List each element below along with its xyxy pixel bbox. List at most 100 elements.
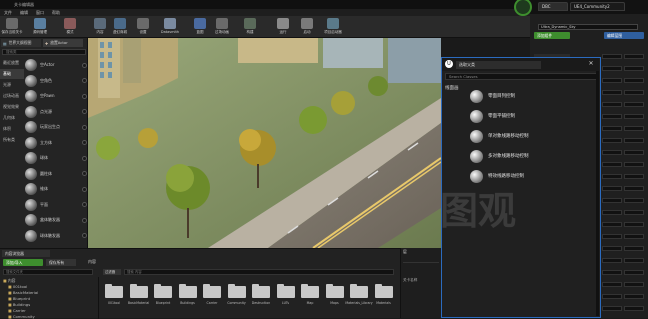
property-value-field[interactable] (624, 54, 644, 59)
content-folder[interactable]: Materials (374, 284, 394, 310)
category-7[interactable]: 所有类 (0, 135, 24, 145)
property-value-field[interactable] (624, 174, 644, 179)
folder-search-input[interactable]: 搜索文件夹 (3, 269, 93, 275)
save-all-button[interactable]: 保存所有 (46, 259, 76, 266)
property-value-field[interactable] (602, 198, 622, 203)
class-list-item[interactable]: 零面平铺控制 (470, 108, 580, 124)
add-import-button[interactable]: 添加/导入 (3, 259, 43, 266)
toolbar-button-0[interactable]: 保存当前关卡 (2, 17, 23, 37)
help-icon[interactable] (82, 155, 87, 161)
category-6[interactable]: 体积 (0, 124, 24, 134)
toolbar-button-1[interactable]: 源码管理 (30, 17, 50, 37)
toolbar-button-3[interactable]: 内容 (90, 17, 110, 37)
place-actor-item[interactable]: 盒体触发器 (25, 213, 87, 227)
property-value-field[interactable] (602, 258, 622, 263)
help-icon[interactable] (82, 78, 87, 83)
property-value-field[interactable] (624, 306, 644, 311)
property-value-field[interactable] (624, 138, 644, 143)
property-value-field[interactable] (624, 246, 644, 251)
folder-tree-item[interactable]: ■ BasicMaterial (8, 290, 38, 295)
tab-world-outliner[interactable]: ▦ 世界大纲视图 (1, 39, 41, 47)
property-value-field[interactable] (602, 114, 622, 119)
layers-tab[interactable]: 层 (403, 249, 407, 255)
property-value-field[interactable] (602, 150, 622, 155)
folder-tree-item[interactable]: ■ Carrier (8, 308, 26, 313)
content-folder[interactable]: Map (300, 284, 320, 310)
property-value-field[interactable] (624, 198, 644, 203)
property-value-field[interactable] (602, 174, 622, 179)
property-value-field[interactable] (602, 102, 622, 107)
toolbar-button-8[interactable]: 过场动画 (212, 17, 232, 37)
content-folder[interactable]: Blueprint (153, 284, 173, 310)
place-actor-item[interactable]: 圆柱体 (25, 167, 87, 181)
place-actor-item[interactable]: 点光源 (25, 105, 87, 119)
toolbar-button-9[interactable]: 构建 (240, 17, 260, 37)
property-value-field[interactable] (624, 126, 644, 131)
content-folder[interactable]: Materials_Library (345, 284, 373, 310)
content-folder[interactable]: LUTs (276, 284, 296, 310)
property-value-field[interactable] (602, 126, 622, 131)
folder-tree-item[interactable]: ■ Blueprint (8, 296, 30, 301)
property-value-field[interactable] (602, 294, 622, 299)
property-value-field[interactable] (624, 150, 644, 155)
help-icon[interactable] (82, 140, 87, 145)
property-value-field[interactable] (602, 210, 622, 215)
property-value-field[interactable] (624, 294, 644, 299)
property-value-field[interactable] (602, 66, 622, 71)
menu-file[interactable]: 文件 (4, 10, 12, 16)
toolbar-button-2[interactable]: 模式 (60, 17, 80, 37)
category-4[interactable]: 视觉效果 (0, 102, 24, 112)
help-icon[interactable] (82, 62, 87, 68)
property-value-field[interactable] (602, 246, 622, 251)
property-value-field[interactable] (624, 258, 644, 263)
toolbar-button-7[interactable]: 蓝图 (190, 17, 210, 37)
folder-tree-item[interactable]: ■ Buildings (8, 302, 30, 307)
property-value-field[interactable] (624, 114, 644, 119)
place-actor-item[interactable]: 锥体 (25, 182, 87, 196)
folder-tree-item[interactable]: ■ 001tool (8, 284, 27, 289)
toolbar-button-6[interactable]: Datasmith (160, 17, 180, 37)
property-value-field[interactable] (624, 282, 644, 287)
place-actor-item[interactable]: 空Pawn (25, 89, 87, 103)
help-icon[interactable] (82, 109, 87, 114)
content-folder[interactable]: Destruction (251, 284, 271, 310)
menu-help[interactable]: 帮助 (52, 10, 60, 16)
toolbar-button-11[interactable]: 启动 (297, 17, 317, 37)
place-actor-item[interactable]: 球体 (25, 151, 87, 165)
class-list-item[interactable]: 零面目列控制 (470, 88, 580, 104)
help-icon[interactable] (82, 93, 87, 99)
close-icon[interactable]: ✕ (586, 60, 596, 68)
level-viewport[interactable] (88, 38, 441, 248)
property-value-field[interactable] (624, 66, 644, 71)
property-value-field[interactable] (602, 162, 622, 167)
category-0[interactable]: 最近放置 (0, 58, 24, 68)
class-category[interactable]: 线面画 (445, 85, 459, 91)
property-value-field[interactable] (624, 234, 644, 239)
property-value-field[interactable] (602, 222, 622, 227)
property-value-field[interactable] (602, 90, 622, 95)
edit-blueprint-button[interactable]: 编辑蓝图 (604, 32, 644, 39)
place-actor-item[interactable]: 空Actor (25, 58, 87, 72)
class-list-item[interactable]: 单对象线路移动控制 (470, 128, 580, 144)
place-actor-item[interactable]: 球体触发器 (25, 229, 87, 243)
actor-name-field[interactable]: Ultra_Dynamic_Sky (538, 24, 638, 30)
add-component-button[interactable]: 添加组件 (534, 32, 570, 39)
category-5[interactable]: 几何体 (0, 113, 24, 123)
class-list-item[interactable]: 多对象线路移动控制 (470, 148, 580, 164)
dialog-scrollbar[interactable] (596, 71, 599, 316)
help-icon[interactable] (82, 233, 87, 238)
property-value-field[interactable] (602, 78, 622, 83)
property-value-field[interactable] (624, 270, 644, 275)
help-icon[interactable] (82, 124, 87, 130)
property-value-field[interactable] (602, 306, 622, 311)
place-actor-item[interactable]: 立方体 (25, 136, 87, 150)
property-value-field[interactable] (624, 102, 644, 107)
help-icon[interactable] (82, 217, 87, 223)
content-folder[interactable]: BasicMaterial (128, 284, 149, 310)
property-value-field[interactable] (602, 282, 622, 287)
toolbar-button-5[interactable]: 设置 (133, 17, 153, 37)
class-search-input[interactable]: 搜索类 (2, 49, 86, 55)
toolbar-button-12[interactable]: 项目启动器 (323, 17, 343, 37)
tab-ue4-community[interactable]: UE4_Community2 (570, 2, 625, 11)
property-value-field[interactable] (602, 54, 622, 59)
